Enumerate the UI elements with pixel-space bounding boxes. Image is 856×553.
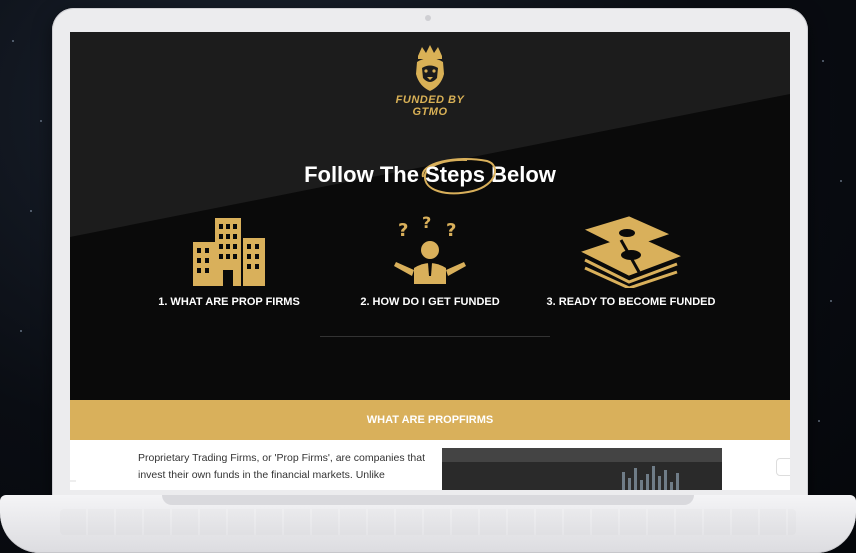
laptop-screen: FUNDED BY GTMO Follow The Steps Below 1.… xyxy=(70,32,790,490)
headline-highlight: Steps xyxy=(422,158,497,195)
content-section: Proprietary Trading Firms, or 'Prop Firm… xyxy=(70,440,790,490)
laptop-base xyxy=(0,495,856,553)
hero-divider xyxy=(320,336,550,337)
svg-text:?: ? xyxy=(446,220,456,241)
section-title: WHAT ARE PROPFIRMS xyxy=(366,414,494,426)
hero-section: FUNDED BY GTMO Follow The Steps Below 1.… xyxy=(70,32,790,400)
headline-part2: Below xyxy=(491,162,556,187)
step-get-funded[interactable]: ? ? ? 2. HOW DO I GET FUNDED xyxy=(315,216,545,308)
step-prop-firms[interactable]: 1. WHAT ARE PROP FIRMS xyxy=(114,216,344,308)
lion-crown-icon xyxy=(416,45,444,91)
buildings-icon xyxy=(193,218,265,286)
section-title-bar: WHAT ARE PROPFIRMS xyxy=(70,400,790,440)
side-tab-button[interactable] xyxy=(776,458,790,476)
keyboard-area xyxy=(60,509,796,535)
step-become-funded[interactable]: 3. READY TO BECOME FUNDED xyxy=(516,216,746,308)
page-headline: Follow The Steps Below xyxy=(70,158,790,195)
svg-text:?: ? xyxy=(398,220,408,241)
corner-tag xyxy=(70,480,76,482)
laptop-lid: FUNDED BY GTMO Follow The Steps Below 1.… xyxy=(52,8,808,506)
headline-part1: Follow The xyxy=(304,162,419,187)
camera-icon xyxy=(425,15,431,21)
paragraph-line-2: invest their own funds in the financial … xyxy=(138,469,385,481)
screenshot-header xyxy=(442,448,722,462)
brand-name: FUNDED BY GTMO xyxy=(395,94,465,118)
step-label-3: 3. READY TO BECOME FUNDED xyxy=(546,296,716,308)
trading-screenshot xyxy=(442,448,722,490)
steps-row: 1. WHAT ARE PROP FIRMS ? ? ? 2. HOW DO I… xyxy=(70,216,790,326)
paragraph-line-1: Proprietary Trading Firms, or 'Prop Firm… xyxy=(138,452,426,464)
step-label-1: 1. WHAT ARE PROP FIRMS xyxy=(158,296,300,308)
confused-person-icon: ? ? ? xyxy=(394,216,466,284)
laptop-notch xyxy=(162,495,694,505)
intro-paragraph: Proprietary Trading Firms, or 'Prop Firm… xyxy=(138,450,428,484)
svg-text:?: ? xyxy=(422,216,431,232)
site-logo[interactable]: FUNDED BY GTMO xyxy=(381,44,479,118)
step-label-2: 2. HOW DO I GET FUNDED xyxy=(360,296,500,308)
headline-highlight-text: Steps xyxy=(425,162,485,187)
money-stack-icon xyxy=(581,216,681,288)
